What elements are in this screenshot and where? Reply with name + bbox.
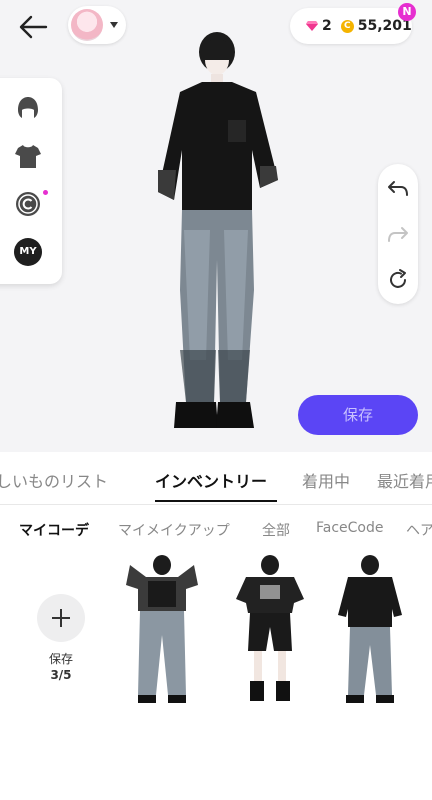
- new-dot: [43, 190, 48, 195]
- subtab-all[interactable]: 全部: [262, 520, 290, 540]
- tab-wearing[interactable]: 着用中: [302, 468, 350, 492]
- avatar-figure: [158, 32, 278, 428]
- side-item-my[interactable]: MY: [12, 236, 44, 268]
- currency-display[interactable]: 2 C 55,201: [290, 8, 412, 44]
- gem-count: 2: [322, 18, 332, 34]
- hair-icon: [18, 97, 38, 118]
- sub-tabs: マイコーデ マイメイクアップ 全部 FaceCode ヘア: [0, 510, 432, 550]
- coin-icon: C: [340, 19, 354, 33]
- undo-icon[interactable]: [386, 176, 410, 200]
- tab-recent[interactable]: 最近着用: [377, 468, 432, 492]
- notification-badge[interactable]: N: [398, 3, 416, 21]
- refresh-icon[interactable]: [386, 268, 410, 292]
- saved-outfit-1[interactable]: [112, 555, 212, 707]
- subtab-hair[interactable]: ヘア: [406, 520, 432, 540]
- tab-wishlist[interactable]: ほしいものリスト: [0, 468, 108, 492]
- redo-icon[interactable]: [386, 222, 410, 246]
- avatar-stage: 2 C 55,201 N MY 保存: [0, 0, 432, 452]
- saved-outfit-2[interactable]: [220, 555, 320, 707]
- add-outfit-label: 保存: [48, 652, 73, 666]
- my-icon: MY: [14, 238, 42, 266]
- avatar: [71, 9, 103, 41]
- saved-outfit-3[interactable]: [320, 555, 420, 707]
- save-button[interactable]: 保存: [298, 395, 418, 435]
- side-item-clothes[interactable]: [12, 140, 44, 172]
- active-tab-indicator: [155, 500, 277, 502]
- shirt-icon: [15, 145, 41, 168]
- chevron-down-icon: [110, 22, 118, 28]
- side-item-hair[interactable]: [12, 92, 44, 124]
- main-tabs: ほしいものリスト インベントリー 着用中 最近着用: [0, 458, 432, 505]
- avatar-selector[interactable]: [68, 6, 126, 44]
- outfit-slot-count: 3/5: [50, 668, 72, 682]
- subtab-my-coordinate[interactable]: マイコーデ: [19, 520, 89, 540]
- copyright-icon: [16, 192, 40, 216]
- subtab-my-makeup[interactable]: マイメイクアップ: [118, 520, 230, 540]
- history-controls: [378, 164, 418, 304]
- add-outfit-button[interactable]: [37, 594, 85, 642]
- arrow-left-icon[interactable]: [16, 10, 50, 44]
- tab-inventory[interactable]: インベントリー: [155, 468, 267, 492]
- category-side-menu: MY: [0, 78, 62, 284]
- side-item-copyright[interactable]: [12, 188, 48, 220]
- gem-icon: [306, 21, 318, 31]
- subtab-facecode[interactable]: FaceCode: [316, 520, 384, 536]
